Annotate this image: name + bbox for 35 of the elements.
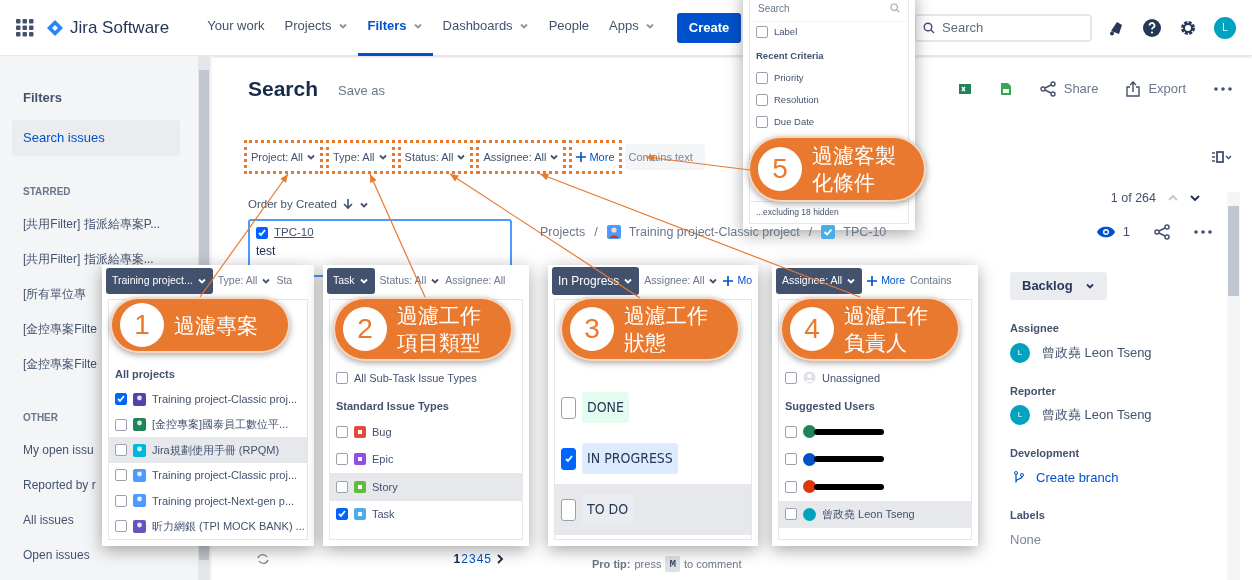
callout-text: 過濾專案 <box>174 312 258 339</box>
field-value: None <box>1010 530 1042 549</box>
section-heading: Suggested Users <box>784 398 876 414</box>
step-number: 2 <box>343 307 387 351</box>
field-label: Reporter <box>1010 383 1057 399</box>
issue-position: 1 of 264 <box>1110 189 1156 207</box>
user-avatar: L <box>1010 405 1030 425</box>
step-number: 5 <box>758 147 802 191</box>
section-heading: Standard Issue Types <box>335 398 450 414</box>
status-lozenge: IN PROGRESS <box>582 443 678 474</box>
issue-summary: test <box>256 242 277 260</box>
sidebar-heading: OTHER <box>22 410 59 425</box>
callout-text: 過濾工作 項目類型 <box>397 303 481 356</box>
callout-text: 過濾工作 負責人 <box>844 303 928 356</box>
user-name: 曾政堯 Leon Tseng <box>1042 406 1152 425</box>
page-title: Search <box>248 76 319 103</box>
step-number: 1 <box>120 303 164 347</box>
user-avatar: L <box>1010 342 1030 363</box>
status-lozenge: TO DO <box>582 494 634 525</box>
section-heading: Recent Criteria <box>755 49 825 63</box>
field-label: Labels <box>1010 508 1046 523</box>
sidebar-heading: STARRED <box>22 184 72 199</box>
user-name: 曾政堯 Leon Tseng <box>1042 343 1152 362</box>
section-heading: All projects <box>114 367 176 382</box>
field-label: Development <box>1010 446 1081 461</box>
status-lozenge: DONE <box>582 392 629 423</box>
callout-text: 過濾客製 化條件 <box>812 143 896 196</box>
breadcrumb-separator: / <box>808 223 813 241</box>
step-number: 3 <box>570 307 614 351</box>
callout-text: 過濾工作 狀態 <box>624 303 708 356</box>
sidebar-title: Filters <box>22 89 63 107</box>
step-number: 4 <box>790 307 834 351</box>
pro-tip-text: Pro tip: press M to comment <box>592 555 743 572</box>
field-label: Assignee <box>1010 321 1060 336</box>
breadcrumb-separator: / <box>594 223 598 241</box>
